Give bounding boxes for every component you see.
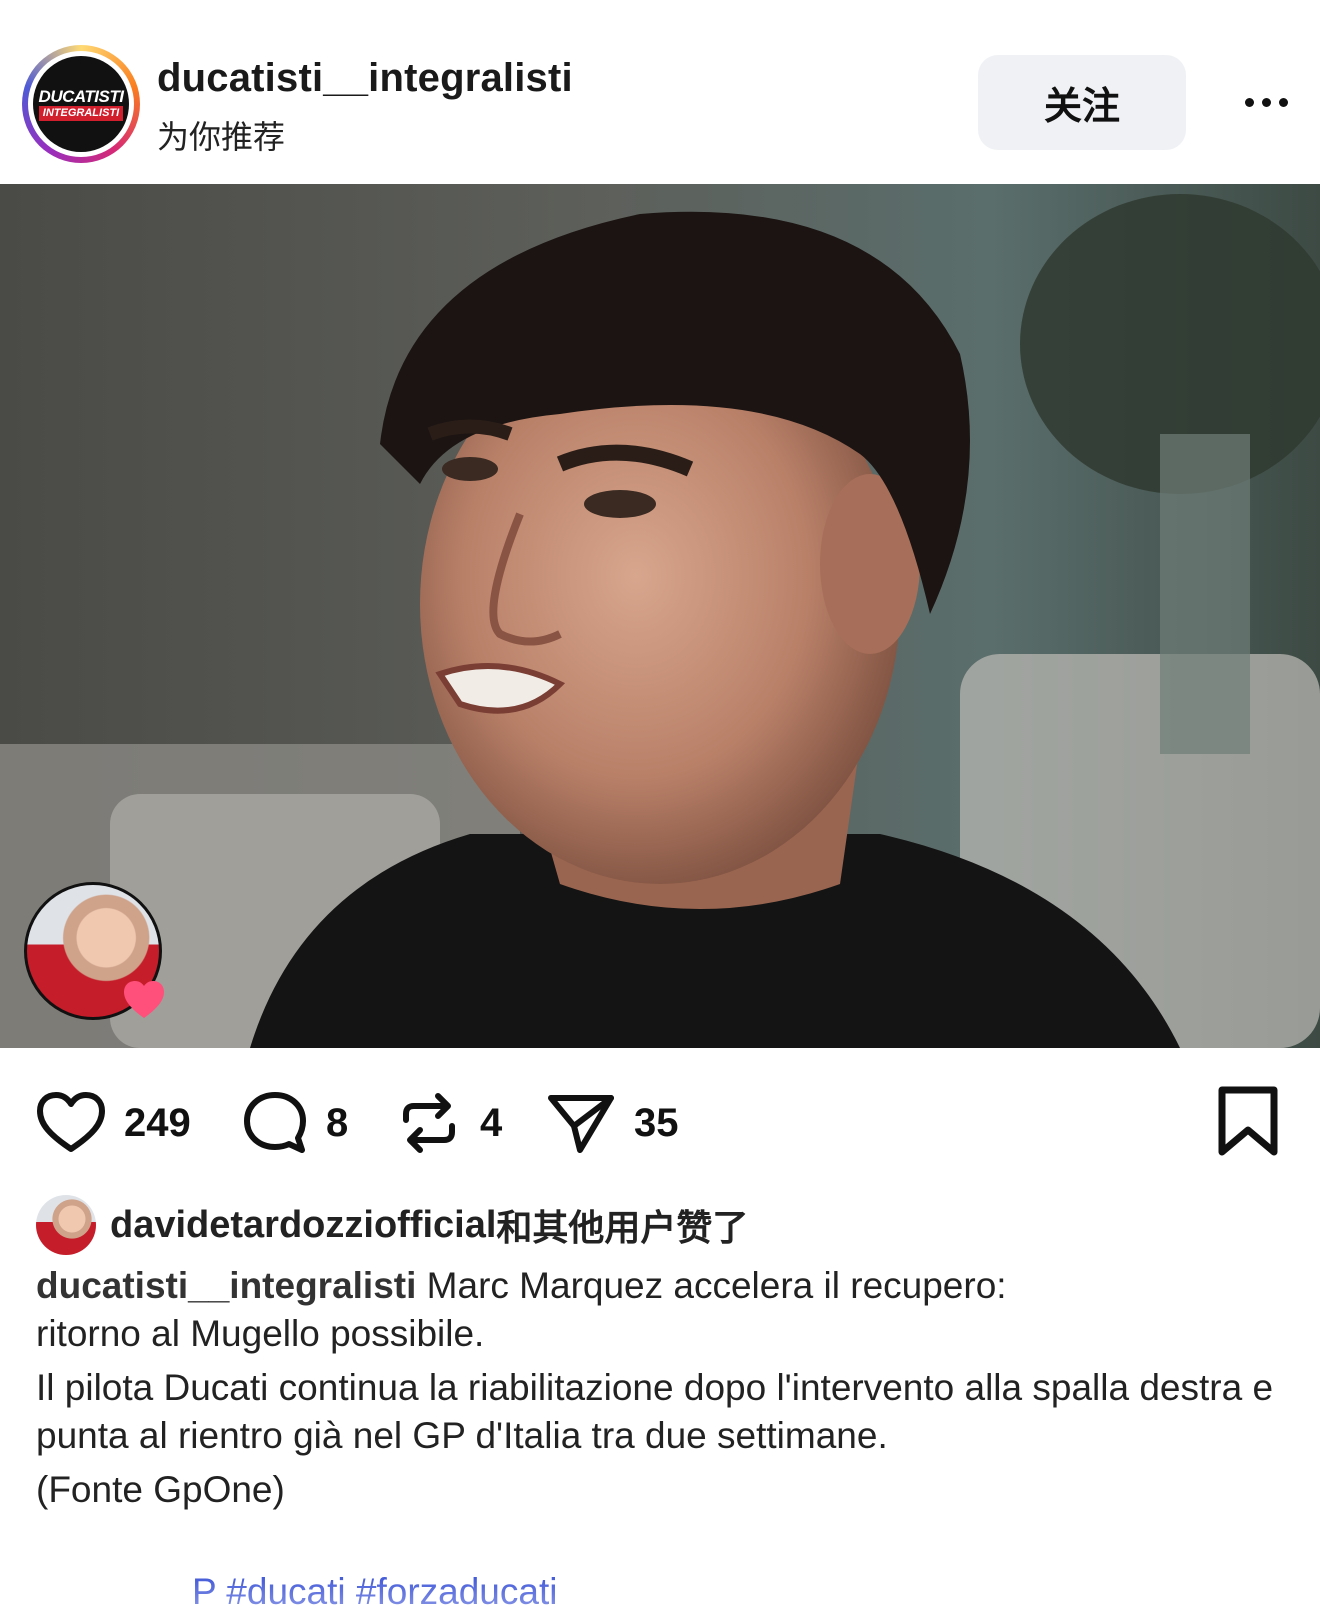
comment-count: 8 [326, 1100, 349, 1145]
post-header: DUCATISTI INTEGRALISTI ducatisti__integr… [0, 0, 1320, 184]
post-caption: ducatisti__integralisti Marc Marquez acc… [36, 1262, 1286, 1514]
account-avatar[interactable]: DUCATISTI INTEGRALISTI [22, 45, 140, 163]
bookmark-icon[interactable] [1214, 1086, 1282, 1158]
more-options-icon[interactable] [1226, 80, 1306, 124]
ducatisti-logo: DUCATISTI INTEGRALISTI [33, 56, 129, 152]
caption-hashtags[interactable]: P #ducati #forzaducati [192, 1568, 557, 1616]
post-page: DUCATISTI INTEGRALISTI ducatisti__integr… [0, 0, 1320, 1621]
comment-action[interactable]: 8 [242, 1088, 348, 1158]
caption-line-2: ritorno al Mugello possibile. [36, 1313, 485, 1354]
like-action[interactable]: 249 [36, 1088, 191, 1158]
liked-by-username[interactable]: davidetardozziofficial [110, 1204, 496, 1247]
send-icon [548, 1095, 614, 1153]
video-frame-image [0, 184, 1320, 1048]
heart-outline-icon [37, 1092, 105, 1152]
caption-username[interactable]: ducatisti__integralisti [36, 1265, 416, 1306]
caption-paragraph-2: Il pilota Ducati continua la riabilitazi… [36, 1367, 1274, 1456]
heart-icon [124, 981, 164, 1018]
account-username[interactable]: ducatisti__integralisti [157, 56, 573, 101]
repost-action[interactable]: 4 [396, 1088, 502, 1158]
action-bar: 249 8 4 35 [0, 1048, 1320, 1193]
liked-by-avatar [36, 1195, 96, 1255]
share-count: 35 [634, 1100, 679, 1145]
repost-icon [403, 1093, 455, 1153]
liked-by-line[interactable]: davidetardozziofficial 和其他用户赞了 [36, 1193, 748, 1257]
like-count: 249 [124, 1100, 191, 1145]
post-media[interactable] [0, 184, 1320, 1048]
caption-source: (Fonte GpOne) [36, 1469, 285, 1510]
follow-button[interactable]: 关注 [978, 55, 1186, 150]
share-action[interactable]: 35 [546, 1088, 679, 1158]
suggested-label: 为你推荐 [157, 119, 286, 155]
caption-line-1: Marc Marquez accelera il recupero: [426, 1265, 1007, 1306]
comment-icon [244, 1092, 306, 1153]
repost-count: 4 [480, 1100, 503, 1145]
liked-by-others[interactable]: 和其他用户赞了 [496, 1199, 748, 1251]
